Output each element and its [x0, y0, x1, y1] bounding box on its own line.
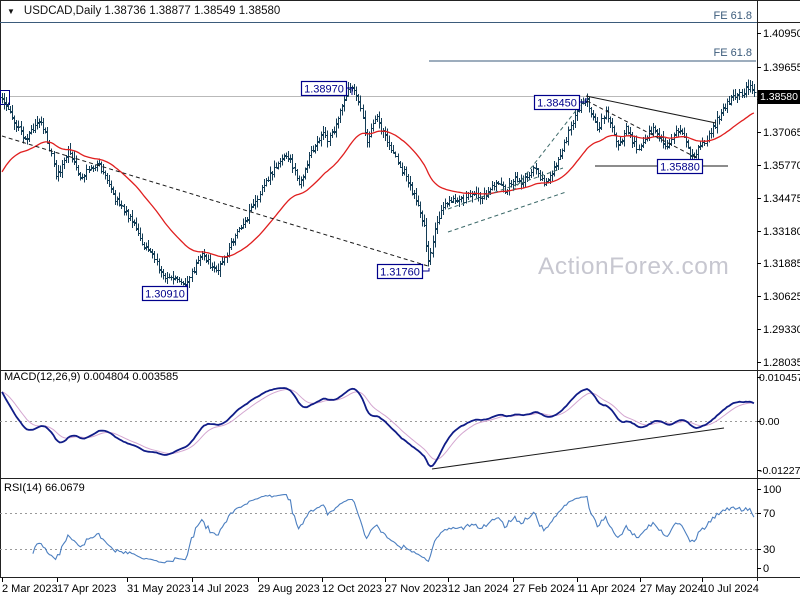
price-flag-label: 1.35880	[660, 162, 700, 174]
macd-axis: 0.010457 0.00 -0.012276	[757, 372, 800, 477]
price-flag-label: 1.38970	[304, 84, 344, 96]
panel-frame	[0, 0, 800, 581]
price-axis-label: 1.28035	[763, 357, 800, 369]
current-price-badge: 1.38580	[758, 90, 800, 104]
symbol-dropdown-icon[interactable]: ▼	[7, 7, 15, 16]
price-flags: 1.38970 1.38450 1.35880 1.31760 1.30910	[143, 82, 703, 301]
rsi-axis-label: 70	[763, 508, 775, 520]
macd-axis-label: 0.010457	[759, 372, 800, 384]
price-axis-label: 1.40950	[763, 28, 800, 40]
date-axis-label: 12 Jan 2024	[448, 583, 509, 595]
date-axis-label: 31 May 2023	[127, 583, 191, 595]
rsi-axis-label: 30	[763, 544, 775, 556]
price-bars	[1, 80, 757, 291]
date-axis-label: 11 Apr 2024	[577, 583, 636, 595]
price-axis-label: 1.39655	[763, 62, 800, 74]
price-axis-label: 1.30625	[763, 291, 800, 303]
moving-average-line	[2, 113, 754, 257]
fibonacci-extension-annotations: FE 61.8 FE 61.8	[0, 10, 757, 61]
date-axis-label: 2 Mar 2023	[2, 583, 58, 595]
price-axis-label: 1.37065	[763, 127, 800, 139]
price-axis-label: 1.29330	[763, 324, 800, 336]
price-flag-label: 1.38450	[537, 98, 577, 110]
dashed-trendline	[448, 192, 566, 232]
dashed-trendline	[2, 136, 428, 266]
price-axis: 1.409501.396551.383601.370651.357701.344…	[757, 28, 800, 369]
macd-axis-label: 0.00	[759, 416, 780, 428]
macd-line	[2, 388, 754, 466]
price-flag-label: 1.31760	[380, 267, 420, 279]
date-axis-label: 10 Jul 2024	[702, 583, 759, 595]
price-axis-label: 1.33180	[763, 226, 800, 238]
price-chart: FE 61.8 FE 61.8 1.38970 1.38450 1.35880 1.317…	[0, 0, 800, 600]
price-axis-label: 1.35770	[763, 160, 800, 172]
price-axis-label: 1.34475	[763, 193, 800, 205]
rsi-line	[33, 495, 754, 563]
rsi-axis-label: 0	[763, 563, 769, 575]
price-axis-label: 1.31885	[763, 258, 800, 270]
date-axis-label: 17 Apr 2023	[57, 583, 116, 595]
fe-label: FE 61.8	[713, 47, 752, 59]
date-axis: 2 Mar 202317 Apr 2023 31 May 202314 Jul 2…	[2, 578, 759, 595]
rsi-axis: 100 70 30 0	[757, 484, 781, 575]
macd-axis-label: -0.012276	[759, 465, 800, 477]
date-axis-label: 12 Oct 2023	[322, 583, 382, 595]
date-axis-label: 29 Aug 2023	[258, 583, 320, 595]
macd-signal-line	[2, 389, 754, 459]
chart-window: ActionForex.com MACD(12,26,9) 0.004804 0…	[0, 0, 800, 600]
fe-label: FE 61.8	[713, 10, 752, 22]
macd-trendline	[432, 428, 724, 469]
price-flag-label: 1.30910	[145, 289, 185, 301]
rsi-axis-label: 100	[763, 484, 781, 496]
date-axis-label: 27 May 2024	[640, 583, 704, 595]
date-axis-label: 27 Nov 2023	[385, 583, 447, 595]
date-axis-label: 27 Feb 2024	[513, 583, 575, 595]
dashed-trendline	[513, 99, 585, 191]
date-axis-label: 14 Jul 2023	[192, 583, 249, 595]
